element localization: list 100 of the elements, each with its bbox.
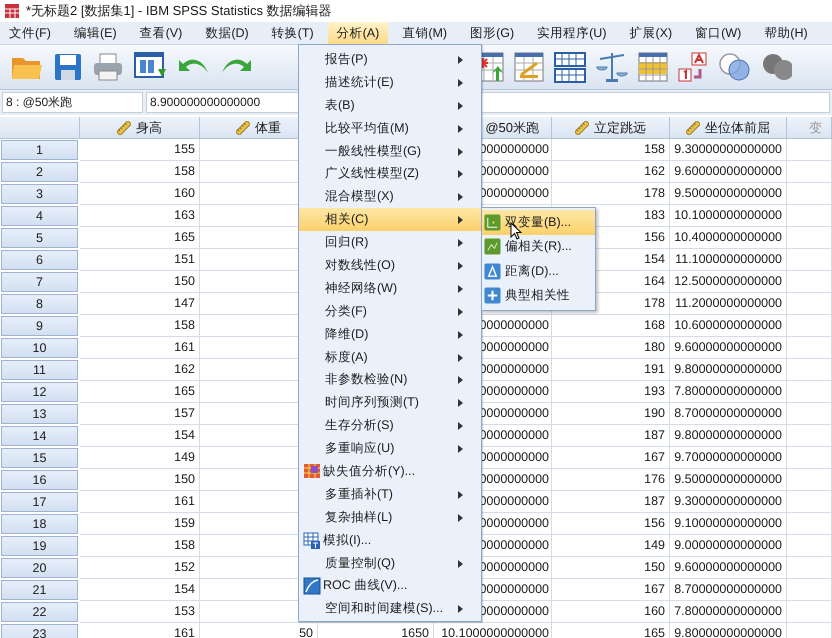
table-cell: 165 <box>80 381 200 403</box>
menu-item[interactable]: 回归(R) <box>299 231 481 254</box>
table-cell: 158 <box>552 139 670 161</box>
row-number[interactable]: 8 <box>1 294 78 314</box>
row-number[interactable]: 14 <box>1 426 78 446</box>
submenu-arrow-icon <box>458 308 463 316</box>
submenu-arrow-icon <box>458 148 463 156</box>
row-number[interactable]: 22 <box>1 602 78 622</box>
submenu-arrow-icon <box>458 170 463 178</box>
row-number[interactable]: 10 <box>1 338 78 358</box>
balance-scale-icon[interactable] <box>596 51 628 83</box>
table-cell: 9.00000000000000 <box>670 535 787 557</box>
table-cell <box>787 227 832 249</box>
table-cell: 9.80000000000000 <box>670 623 787 638</box>
table-cell <box>787 205 832 227</box>
submenu-arrow-icon <box>458 354 463 362</box>
table-cell <box>787 403 832 425</box>
split-table-icon[interactable] <box>554 51 586 83</box>
partial-chart-icon <box>484 238 501 256</box>
table-cell: 193 <box>552 381 670 403</box>
column-header[interactable]: 坐位体前屈 <box>670 117 787 139</box>
table-cell: 165 <box>552 623 670 638</box>
row-number[interactable]: 4 <box>1 206 78 226</box>
table-cell: 158 <box>80 161 200 183</box>
submenu-arrow-icon <box>458 284 463 293</box>
menu-item[interactable]: 查看(V) <box>130 22 192 44</box>
table-cell: 163 <box>80 205 200 227</box>
filled-circles-icon[interactable] <box>762 51 792 83</box>
menu-item[interactable]: 窗口(W) <box>686 22 750 44</box>
highlighted-table-icon[interactable] <box>638 51 668 83</box>
row-number[interactable]: 5 <box>1 228 78 248</box>
table-cell: 9.60000000000000 <box>670 557 787 579</box>
menu-item[interactable]: 描述统计(E) <box>299 70 481 94</box>
save-icon[interactable] <box>54 52 82 82</box>
row-number[interactable]: 19 <box>1 536 78 556</box>
table-cell: 160 <box>80 183 200 205</box>
menu-item[interactable]: 扩展(X) <box>620 22 682 44</box>
submenu-arrow-icon <box>458 102 463 110</box>
table-cell: 149 <box>80 447 200 469</box>
menu-item[interactable]: 转换(T) <box>262 22 323 44</box>
table-cell: 50 <box>200 623 318 638</box>
table-cell: 191 <box>552 359 670 381</box>
cell-reference-field[interactable]: 8 : @50米跑 <box>2 92 143 113</box>
menu-item[interactable]: 相关(C) <box>299 208 481 232</box>
overlapping-circles-icon[interactable] <box>718 51 752 83</box>
table-cell: 158 <box>80 315 200 337</box>
print-icon[interactable] <box>92 52 124 82</box>
app-icon <box>4 3 20 19</box>
menu-item[interactable]: 分析(A) <box>328 22 388 44</box>
table-cell <box>787 491 832 513</box>
row-number[interactable]: 9 <box>1 316 78 336</box>
menu-item[interactable]: 数据(D) <box>196 22 258 44</box>
row-number[interactable]: 1 <box>1 140 78 160</box>
table-cell: 162 <box>80 359 200 381</box>
ruler-table-icon[interactable] <box>514 51 544 83</box>
scatter-chart-icon <box>484 214 501 231</box>
menu-item[interactable]: 文件(F) <box>0 22 60 44</box>
menu-item[interactable]: 神经网络(W) <box>299 276 481 300</box>
menu-item[interactable]: 对数线性(O) <box>299 254 481 277</box>
value-labels-icon[interactable] <box>678 51 708 83</box>
menu-item[interactable]: 帮助(H) <box>755 22 817 44</box>
submenu-arrow-icon <box>458 605 463 614</box>
row-number[interactable]: 16 <box>1 470 78 490</box>
row-number[interactable]: 2 <box>1 162 78 182</box>
table-cell: 9.60000000000000 <box>670 161 787 183</box>
column-header[interactable]: 身高 <box>80 117 200 139</box>
row-number[interactable]: 7 <box>1 272 78 292</box>
table-cell: 9.80000000000000 <box>670 359 787 381</box>
submenu-arrow-icon <box>458 56 463 64</box>
table-cell: 176 <box>552 469 670 491</box>
submenu-arrow-icon <box>458 124 463 133</box>
table-cell: 11.2000000000000 <box>670 293 787 315</box>
row-number[interactable]: 21 <box>1 580 78 600</box>
submenu-arrow-icon <box>458 330 463 339</box>
table-cell <box>787 469 832 491</box>
row-number[interactable]: 12 <box>1 382 78 402</box>
row-number[interactable]: 11 <box>1 360 78 380</box>
column-header[interactable]: 立定跳远 <box>552 117 670 139</box>
submenu-arrow-icon <box>458 560 463 568</box>
row-number[interactable]: 17 <box>1 492 78 512</box>
row-number[interactable]: 15 <box>1 448 78 468</box>
submenu-arrow-icon <box>458 445 463 454</box>
table-cell: 150 <box>552 557 670 579</box>
table-cell: 8.70000000000000 <box>670 579 787 601</box>
row-number[interactable]: 23 <box>1 624 78 638</box>
row-number[interactable]: 3 <box>1 184 78 204</box>
table-cell <box>787 601 832 623</box>
table-cell: 9.70000000000000 <box>670 447 787 469</box>
menu-item[interactable]: 实用程序(U) <box>528 22 616 44</box>
table-cell: 157 <box>80 403 200 425</box>
menu-item[interactable]: 报告(P) <box>299 48 481 71</box>
table-cell: 154 <box>80 425 200 447</box>
row-number[interactable]: 20 <box>1 558 78 578</box>
menu-item[interactable]: 图形(G) <box>461 22 524 44</box>
row-number[interactable]: 18 <box>1 514 78 534</box>
menu-item[interactable]: 编辑(E) <box>64 22 126 44</box>
row-number[interactable]: 6 <box>1 250 78 270</box>
row-number[interactable]: 13 <box>1 404 78 424</box>
menu-item[interactable]: 直销(M) <box>393 22 456 44</box>
submenu-arrow-icon <box>458 514 463 522</box>
